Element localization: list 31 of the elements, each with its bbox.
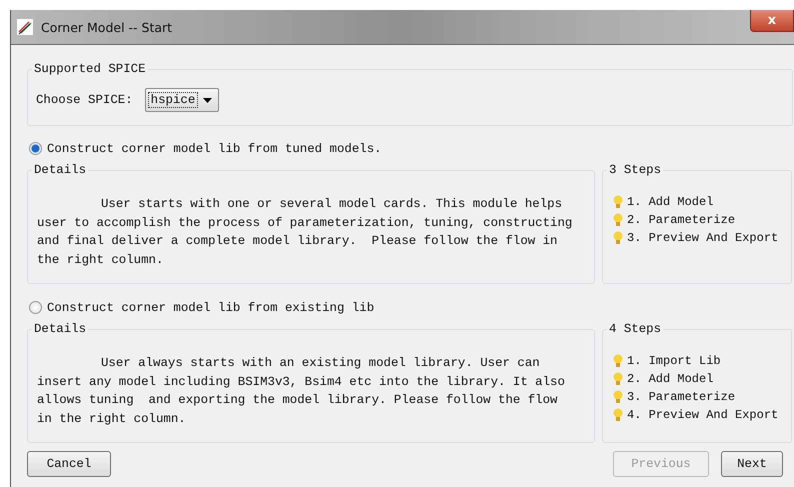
description-text: User starts with one or several model cards. This module helps user to accomplish the process of parameterization, tuning, constructing and final deliver a complete model library. Please follow the flow in the right column. [37,196,574,268]
radio-button[interactable] [29,142,42,155]
lightbulb-icon [613,195,623,209]
group-title: Supported SPICE [32,62,148,76]
caret-icon [203,98,212,102]
lightbulb-icon [613,231,623,245]
dialog-button[interactable]: Next [721,451,783,477]
field-label: Choose SPICE: [36,93,133,107]
step-label: 2. Parameterize [627,213,736,227]
lightbulb-icon [613,213,623,227]
option-label: Construct corner model lib from tuned models. [47,142,382,156]
spice-dropdown[interactable]: hspice [144,88,220,112]
lightbulb-icon [613,390,623,404]
step-label: 4. Preview And Export [627,408,778,422]
lightbulb-icon [613,372,623,386]
step-label: 1. Import Lib [627,354,721,368]
close-button[interactable]: x [750,10,794,32]
option-label: Construct corner model lib from existing lib [47,300,374,314]
description-text: User always starts with an existing model library. User can insert any model including BSIM3v3, Bsim4 etc into the library. It also allows tuning and exporting the model library. Please follow the flow in the right column. [37,355,566,428]
radio-button[interactable] [29,301,42,314]
step-label: 2. Add Model [627,372,714,386]
step-label: 3. Parameterize [627,390,736,404]
group-title: 4 Steps [607,322,664,336]
window-title: Corner Model -- Start [41,20,172,34]
step-label: 1. Add Model [627,195,714,209]
step-label: 3. Preview And Export [627,231,778,245]
lightbulb-icon [613,354,623,368]
dialog-button[interactable]: Cancel [27,451,111,477]
lightbulb-icon [613,408,623,422]
pencil-icon [17,19,33,35]
group-title: 3 Steps [607,163,664,177]
